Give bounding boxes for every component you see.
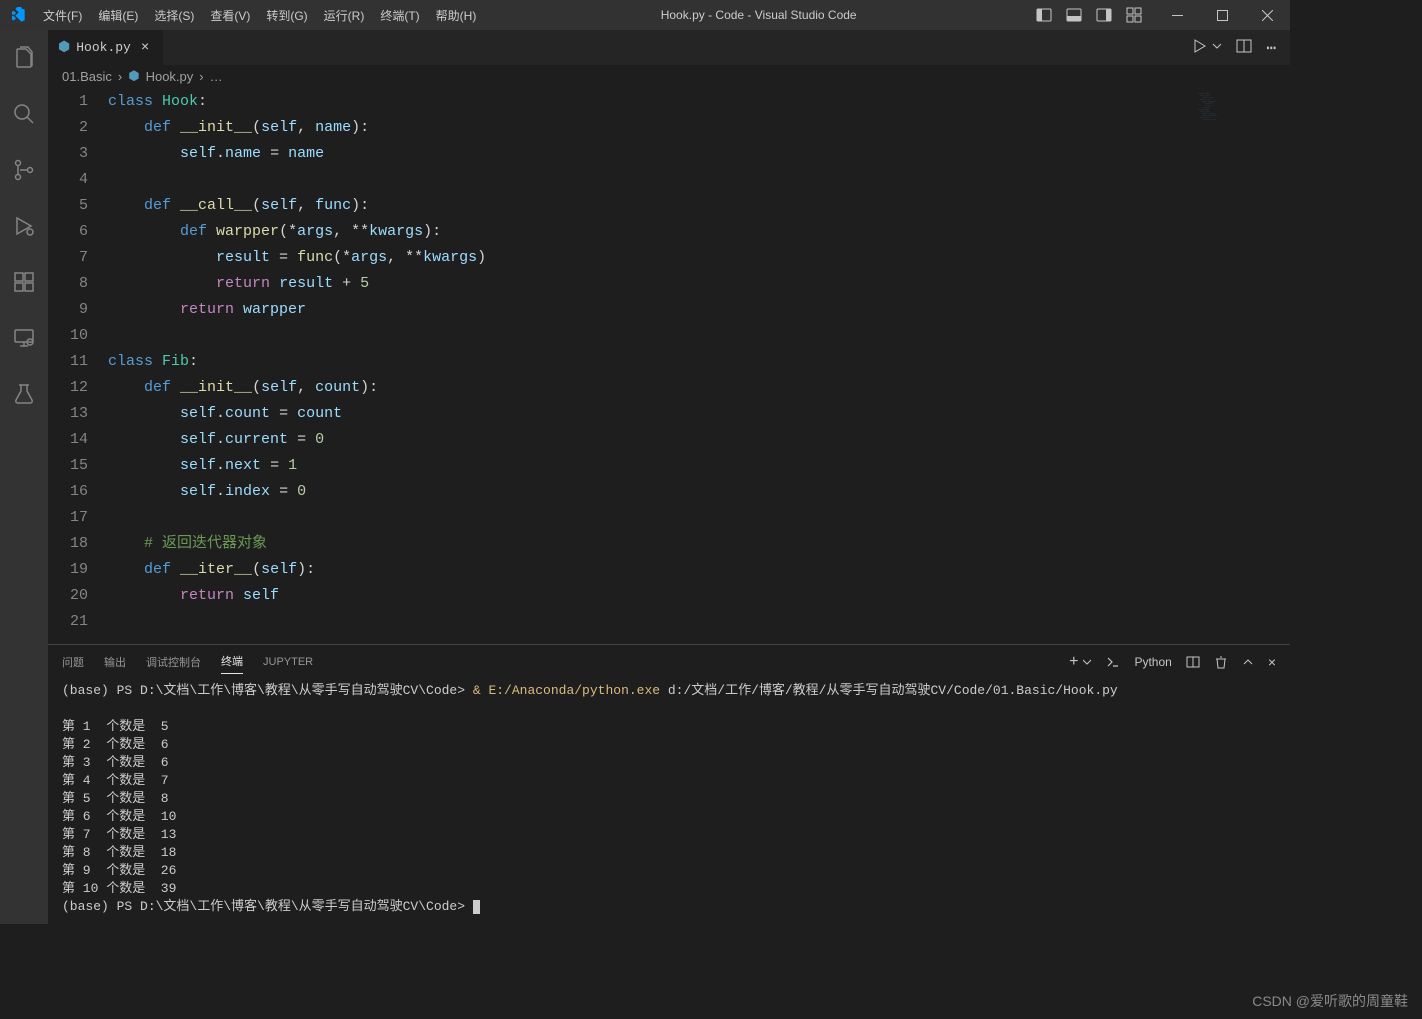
code-editor[interactable]: 123456789101112131415161718192021 class …: [48, 87, 1290, 644]
terminal-profile-icon[interactable]: [1106, 655, 1120, 669]
breadcrumb-more[interactable]: …: [210, 69, 223, 84]
remote-explorer-icon[interactable]: [0, 318, 48, 358]
tab-close-icon[interactable]: ×: [137, 40, 153, 56]
menu-item[interactable]: 编辑(E): [90, 1, 146, 30]
activity-bar: [0, 30, 48, 924]
panel-right-icon[interactable]: [1093, 4, 1115, 26]
panel-tab[interactable]: 调试控制台: [146, 650, 201, 674]
run-debug-icon[interactable]: [0, 206, 48, 246]
chevron-up-icon[interactable]: [1242, 656, 1254, 668]
panel-tab[interactable]: 输出: [104, 650, 126, 674]
menu-item[interactable]: 文件(F): [35, 1, 90, 30]
vscode-logo-icon: [0, 7, 35, 23]
python-file-icon: ⬢: [128, 68, 139, 84]
kill-terminal-icon[interactable]: [1214, 655, 1228, 669]
line-numbers: 123456789101112131415161718192021: [48, 87, 108, 644]
menu-item[interactable]: 转到(G): [258, 1, 315, 30]
close-panel-icon[interactable]: ×: [1268, 654, 1276, 670]
breadcrumb[interactable]: 01.Basic › ⬢ Hook.py › …: [48, 65, 1290, 87]
python-file-icon: ⬢: [58, 39, 70, 56]
extensions-icon[interactable]: [0, 262, 48, 302]
editor-tabs: ⬢ Hook.py × ⋯: [48, 30, 1290, 65]
panel-tab[interactable]: JUPYTER: [263, 652, 313, 672]
panel-left-icon[interactable]: [1033, 4, 1055, 26]
panel-tab[interactable]: 问题: [62, 650, 84, 674]
chevron-right-icon: ›: [118, 69, 122, 84]
testing-icon[interactable]: [0, 374, 48, 414]
panel-tab[interactable]: 终端: [221, 649, 243, 674]
menu-item[interactable]: 帮助(H): [428, 1, 485, 30]
minimize-button[interactable]: [1155, 0, 1200, 30]
terminal-output[interactable]: (base) PS D:\文档\工作\博客\教程\从零手写自动驾驶CV\Code…: [48, 678, 1290, 924]
menu-bar: 文件(F)编辑(E)选择(S)查看(V)转到(G)运行(R)终端(T)帮助(H): [35, 1, 484, 30]
tab-hook-py[interactable]: ⬢ Hook.py ×: [48, 30, 164, 65]
menu-item[interactable]: 查看(V): [202, 1, 258, 30]
panel-bottom-icon[interactable]: [1063, 4, 1085, 26]
code-content[interactable]: class Hook: def __init__(self, name): se…: [108, 87, 1290, 644]
run-file-icon[interactable]: [1192, 38, 1208, 58]
breadcrumb-folder[interactable]: 01.Basic: [62, 69, 112, 84]
watermark: CSDN @爱听歌的周童鞋: [1252, 991, 1408, 1011]
menu-item[interactable]: 选择(S): [146, 1, 202, 30]
chevron-right-icon: ›: [199, 69, 203, 84]
tab-label: Hook.py: [76, 40, 131, 55]
source-control-icon[interactable]: [0, 150, 48, 190]
editor-actions: ⋯: [1192, 38, 1290, 58]
titlebar: 文件(F)编辑(E)选择(S)查看(V)转到(G)运行(R)终端(T)帮助(H)…: [0, 0, 1290, 30]
terminal-dropdown-icon[interactable]: [1082, 654, 1092, 670]
window-title: Hook.py - Code - Visual Studio Code: [484, 8, 1033, 22]
menu-item[interactable]: 终端(T): [372, 1, 427, 30]
breadcrumb-file[interactable]: Hook.py: [146, 69, 194, 84]
bottom-panel: 问题输出调试控制台终端 JUPYTER + Python × (base) PS …: [48, 644, 1290, 924]
panel-tabs: 问题输出调试控制台终端 JUPYTER + Python ×: [48, 645, 1290, 678]
more-actions-icon[interactable]: ⋯: [1266, 38, 1276, 58]
customize-layout-icon[interactable]: [1123, 4, 1145, 26]
maximize-button[interactable]: [1200, 0, 1245, 30]
menu-item[interactable]: 运行(R): [316, 1, 373, 30]
new-terminal-icon[interactable]: +: [1069, 653, 1078, 671]
minimap[interactable]: class Hook def init self name def call d…: [1198, 93, 1278, 121]
title-layout-controls: [1033, 4, 1155, 26]
split-editor-icon[interactable]: [1236, 38, 1252, 58]
search-icon[interactable]: [0, 94, 48, 134]
split-terminal-icon[interactable]: [1186, 655, 1200, 669]
panel-actions: + Python ×: [1069, 653, 1290, 671]
terminal-shell-label[interactable]: Python: [1134, 655, 1171, 669]
window-controls: [1155, 0, 1290, 30]
explorer-icon[interactable]: [0, 38, 48, 78]
close-button[interactable]: [1245, 0, 1290, 30]
run-dropdown-icon[interactable]: [1212, 38, 1222, 58]
